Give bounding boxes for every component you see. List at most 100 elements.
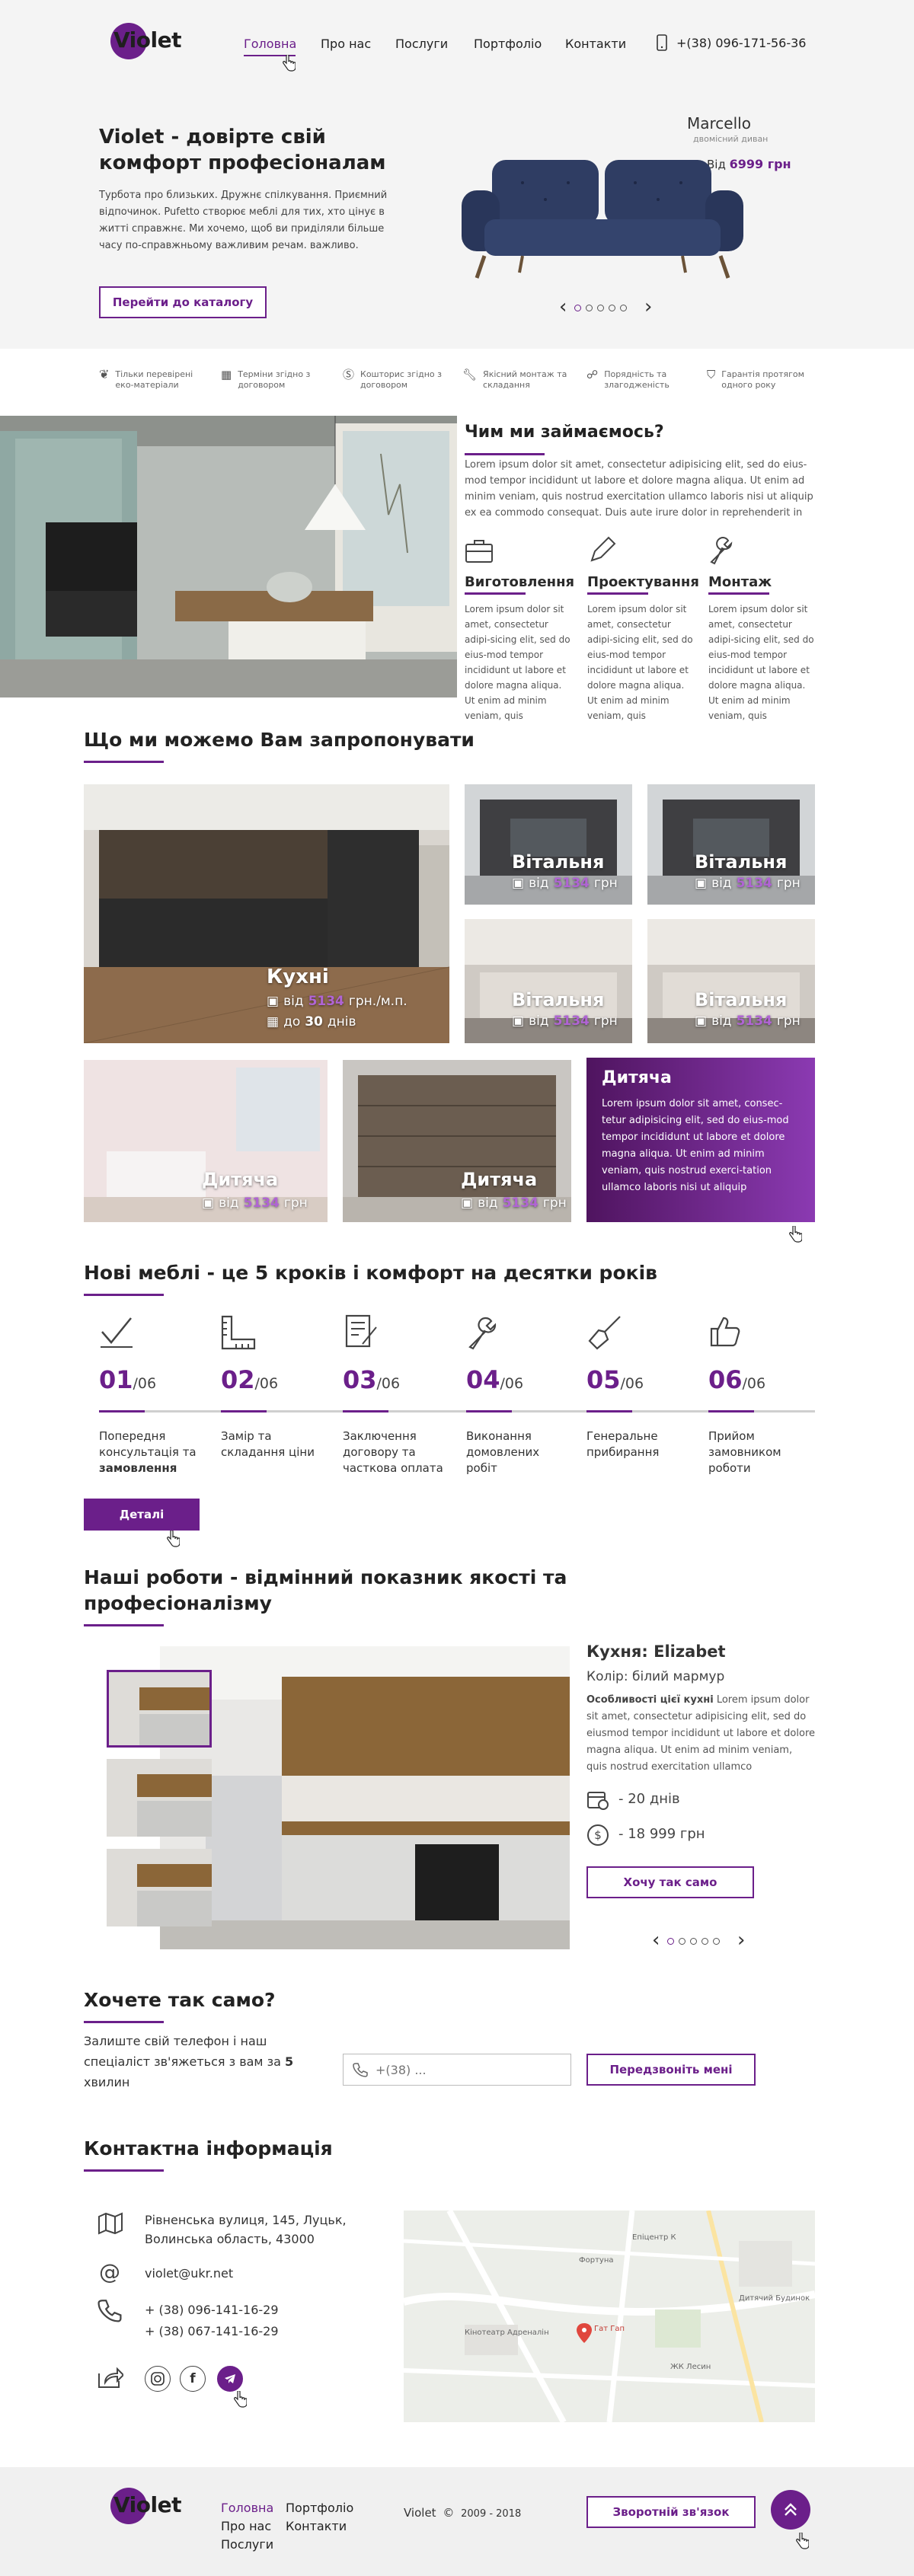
service-underline xyxy=(587,592,648,595)
nav-item-services[interactable]: Послуги xyxy=(395,37,448,51)
slider-dots xyxy=(574,305,627,311)
step-number: 04/06 xyxy=(466,1365,523,1394)
project-name: Кухня: Elizabet xyxy=(586,1642,726,1661)
title-underline xyxy=(84,1294,164,1296)
copyright: Violet © 2009 - 2018 xyxy=(404,2506,521,2520)
phone-handset-icon xyxy=(353,2063,368,2077)
contact-address: Рівненська вулиця, 145, Луцьк, Волинська… xyxy=(145,2213,347,2246)
footer-link-home[interactable]: Головна xyxy=(221,2501,273,2515)
footer-link-portfolio[interactable]: Портфоліо xyxy=(286,2501,353,2515)
map-widget[interactable]: Гат Гап Фортуна Епіцентр К Кінотеатр Адр… xyxy=(404,2211,815,2422)
step-number: 05/06 xyxy=(586,1365,644,1394)
step-number: 02/06 xyxy=(221,1365,278,1394)
telegram-icon[interactable] xyxy=(217,2366,243,2392)
briefcase-icon xyxy=(465,540,493,563)
map-label: ЖК Лесин xyxy=(670,2363,711,2371)
steps-track-segment xyxy=(466,1410,512,1412)
step-text: Замір та складання ціни xyxy=(221,1429,315,1459)
contact-email[interactable]: violet@ukr.net xyxy=(145,2263,233,2284)
slider-dot[interactable] xyxy=(690,1938,697,1945)
offer-tile-living[interactable]: Вітальня ▣ від 5134 грн xyxy=(647,919,815,1043)
works-slider-prev[interactable]: ‹ xyxy=(652,1930,660,1950)
phone-icon xyxy=(657,34,667,51)
footer-link-services[interactable]: Послуги xyxy=(221,2537,273,2552)
footer-logo-text[interactable]: Violet xyxy=(113,2492,181,2517)
title-underline xyxy=(84,761,164,763)
offer-tile-promo[interactable]: Дитяча Lorem ipsum dolor sit amet, conse… xyxy=(586,1058,815,1222)
sofa-image[interactable] xyxy=(462,152,743,282)
slider-prev-button[interactable]: ‹ xyxy=(559,297,567,317)
works-slider-next[interactable]: › xyxy=(737,1930,745,1950)
works-thumb[interactable] xyxy=(107,1759,212,1837)
nav-item-home[interactable]: Головна xyxy=(244,37,296,51)
slider-dot[interactable] xyxy=(679,1938,686,1945)
svg-text:$: $ xyxy=(594,1828,602,1842)
offer-tile-living[interactable]: Вітальня ▣ від 5134 грн xyxy=(647,784,815,905)
offer-tile-kids[interactable]: Дитяча ▣ від 5134 грн xyxy=(84,1060,328,1222)
slider-dot[interactable] xyxy=(586,305,593,311)
money-icon: ▣ xyxy=(202,1195,215,1211)
slider-dot-active[interactable] xyxy=(667,1938,674,1945)
slider-dot[interactable] xyxy=(701,1938,708,1945)
product-name: Marcello xyxy=(687,114,751,132)
instagram-icon[interactable] xyxy=(145,2366,171,2392)
wrench-icon: 🔧︎ xyxy=(462,368,478,381)
works-thumb-photo xyxy=(109,1672,209,1745)
works-thumb-active[interactable] xyxy=(107,1670,212,1748)
scroll-top-button[interactable] xyxy=(771,2490,810,2530)
price-prefix: від xyxy=(219,1195,239,1211)
days-prefix: до xyxy=(283,1014,301,1029)
price-prefix: від xyxy=(711,876,732,891)
slider-dot[interactable] xyxy=(609,305,615,311)
works-title: Наші роботи - відмінний показник якості … xyxy=(84,1565,571,1626)
catalog-button[interactable]: Перейти до каталогу xyxy=(99,286,267,318)
step-text: Прийом замовником роботи xyxy=(708,1429,781,1475)
service-text: Lorem ipsum dolor sit amet, consectetur … xyxy=(465,604,570,721)
facebook-icon[interactable]: f xyxy=(180,2366,206,2392)
hand-cursor-icon xyxy=(796,2533,809,2549)
feature-label: Гарантія протягом одного року xyxy=(721,369,804,390)
offer-tile-kids[interactable]: Дитяча ▣ від 5134 грн xyxy=(343,1060,571,1222)
hand-cursor-icon xyxy=(167,1531,180,1547)
want-same-button[interactable]: Хочу так само xyxy=(586,1866,754,1898)
nav-item-about[interactable]: Про нас xyxy=(321,37,371,51)
slider-next-button[interactable]: › xyxy=(644,297,652,317)
service-text: Lorem ipsum dolor sit amet, consectetur … xyxy=(587,604,693,721)
contract-icon xyxy=(345,1314,377,1348)
footer-link-contacts[interactable]: Контакти xyxy=(286,2519,347,2533)
feedback-button[interactable]: Зворотній зв'язок xyxy=(586,2496,756,2528)
feature-label: Якісний монтаж та складання xyxy=(483,369,567,390)
step-total: /06 xyxy=(376,1375,401,1392)
feature-item: ▦ Терміни згідно з договором xyxy=(221,369,335,391)
slider-dot[interactable] xyxy=(713,1938,720,1945)
tile-title: Вітальня xyxy=(512,851,605,873)
details-button[interactable]: Деталі xyxy=(84,1499,200,1531)
works-thumb-photo xyxy=(107,1849,212,1926)
step-text: Генеральне прибирання xyxy=(586,1429,660,1459)
phone-input[interactable] xyxy=(376,2062,551,2077)
offer-title: Що ми можемо Вам запропонувати xyxy=(84,727,475,763)
contact-phone[interactable]: + (38) 067-141-16-29 xyxy=(145,2321,279,2341)
offer-tile-living[interactable]: Вітальня ▣ від 5134 грн xyxy=(465,919,632,1043)
footer: Violet Головна Портфоліо Про нас Контакт… xyxy=(0,2467,914,2576)
header-phone[interactable]: +(38) 096-171-56-36 xyxy=(676,36,806,50)
steps-title-text: Нові меблі - це 5 кроків і комфорт на де… xyxy=(84,1262,657,1284)
callback-button[interactable]: Передзвоніть мені xyxy=(586,2054,756,2086)
nav-item-contacts[interactable]: Контакти xyxy=(565,37,626,51)
works-thumb[interactable] xyxy=(107,1849,212,1926)
offer-tile-kitchen[interactable]: Кухні ▣ від 5134 грн./м.п. ▦ до 30 днів xyxy=(84,784,449,1043)
nav-item-portfolio[interactable]: Портфоліо xyxy=(474,37,542,51)
price-value: 5134 xyxy=(553,1013,590,1029)
offer-tile-living[interactable]: Вітальня ▣ від 5134 грн xyxy=(465,784,632,905)
hero-text: Турбота про близьких. Дружнє спілкування… xyxy=(99,190,388,251)
works-main-photo[interactable] xyxy=(160,1646,570,1949)
price-prefix: від xyxy=(529,1013,549,1029)
project-price: - 18 999 грн xyxy=(618,1826,705,1842)
slider-dot[interactable] xyxy=(620,305,627,311)
footer-link-about[interactable]: Про нас xyxy=(221,2519,271,2533)
slider-dot[interactable] xyxy=(597,305,604,311)
phone-input-wrapper[interactable] xyxy=(343,2054,571,2086)
slider-dot-active[interactable] xyxy=(574,305,581,311)
callback-text: Залиште свій телефон і наш спеціаліст зв… xyxy=(84,2031,320,2092)
contact-phone[interactable]: + (38) 096-141-16-29 xyxy=(145,2300,279,2320)
